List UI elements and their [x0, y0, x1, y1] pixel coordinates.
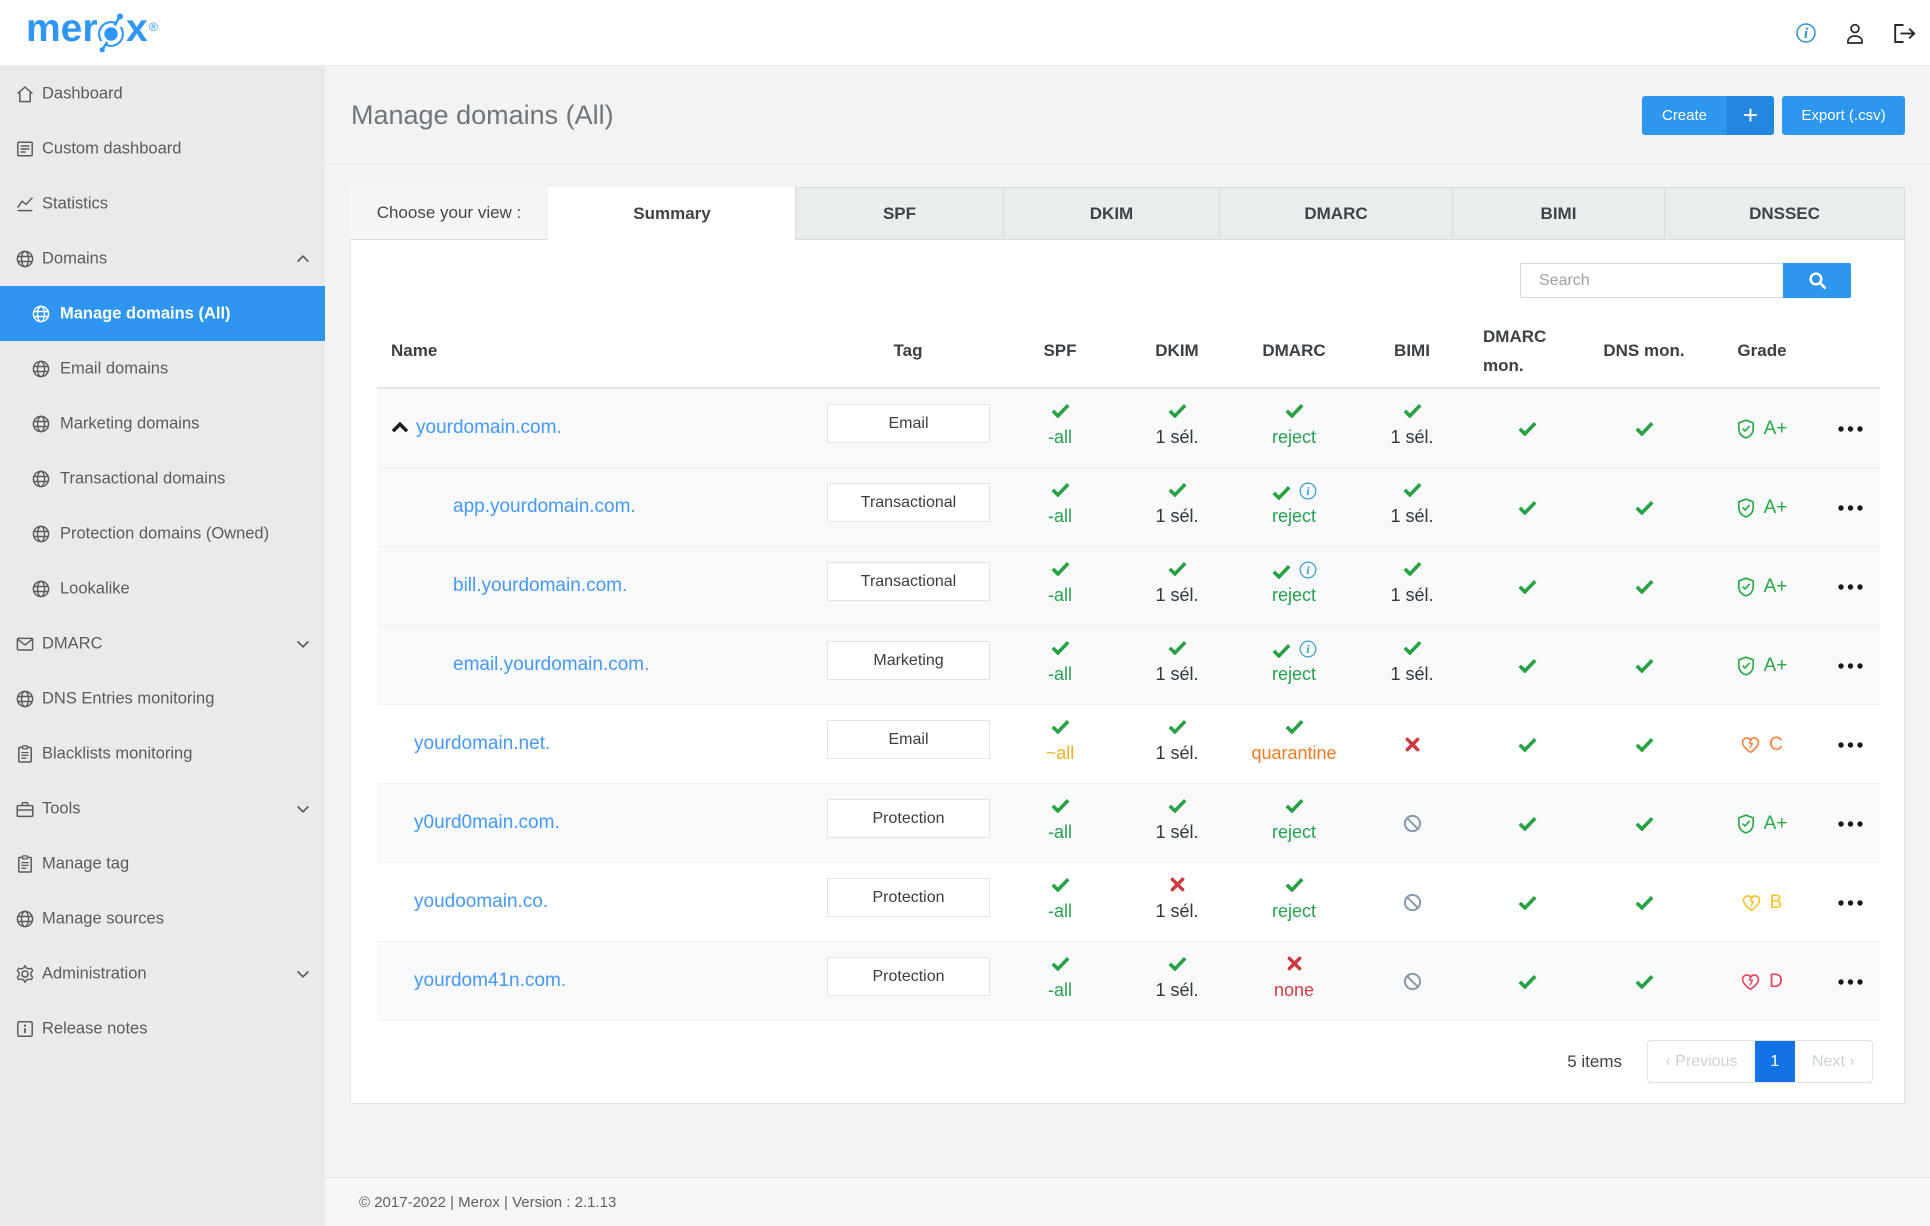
svg-text:i: i: [1804, 26, 1808, 42]
